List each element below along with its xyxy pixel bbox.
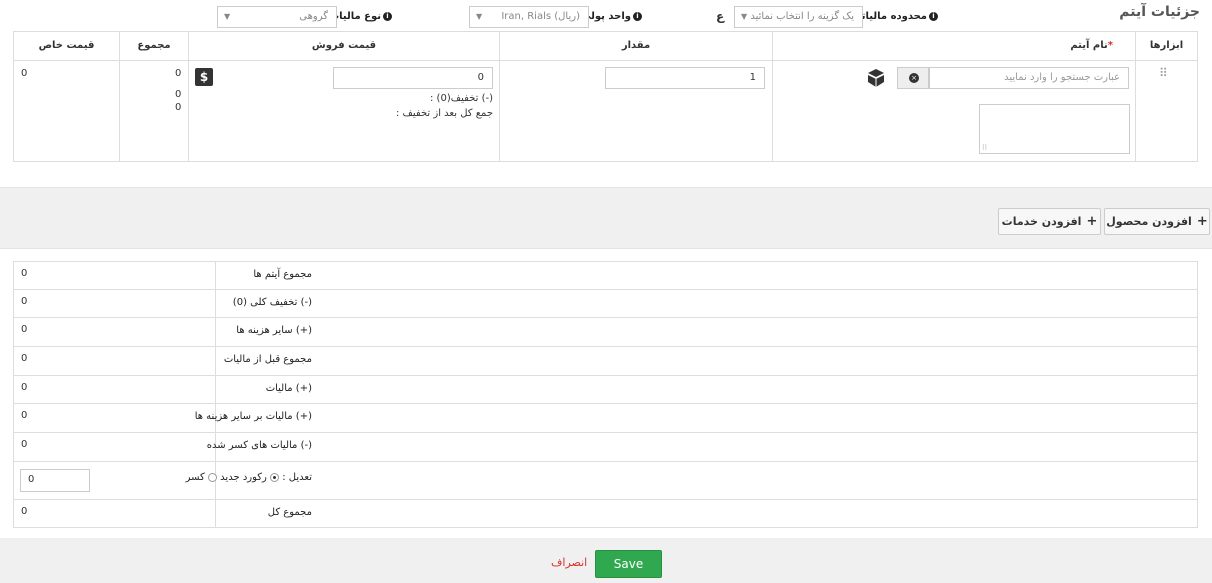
row-after-discount-value: 0 (175, 102, 182, 113)
tax-type-label: iنوع مالیات (329, 11, 392, 22)
info-icon: i (383, 11, 392, 21)
row-total-value: 0 (175, 68, 182, 79)
summary-value: 0 (21, 410, 28, 421)
col-net-price: قیمت خاص (38, 40, 95, 51)
resize-handle-icon: ⁝⁝ (982, 143, 988, 152)
chevron-down-icon: ▼ (741, 12, 748, 21)
summary-row: 0 مجموع آیتم ها (13, 261, 1198, 290)
grand-total-row: 0 مجموع کل (13, 500, 1198, 528)
grand-total-label: مجموع کل (267, 507, 312, 518)
plus-icon: + (1086, 214, 1098, 229)
summary-label: (+) مالیات (265, 383, 312, 394)
header-divider (14, 60, 1197, 61)
summary-value: 0 (21, 439, 28, 450)
col-divider (188, 60, 189, 161)
col-divider (1135, 60, 1136, 161)
add-product-button[interactable]: +افزودن محصول (1104, 208, 1210, 235)
discount-label: (-) تخفیف(0) : (430, 93, 493, 104)
col-divider (499, 60, 500, 161)
summary-row: 0 (-) تخفیف کلی (0) (13, 290, 1198, 318)
col-divider (772, 60, 773, 161)
clear-search-button[interactable]: × (897, 67, 929, 89)
summary-label: (-) مالیات های کسر شده (206, 440, 312, 451)
col-sell-price: قیمت فروش (188, 32, 499, 60)
summary-label: (+) مالیات بر سایر هزینه ها (194, 411, 312, 422)
adjustment-controls: تعدیل : رکورد جدید کسر (185, 472, 312, 483)
drag-handle-icon[interactable]: ⠿ (1159, 66, 1168, 80)
col-tools: ابزارها (1135, 32, 1197, 60)
cancel-link[interactable]: انصراف (551, 556, 587, 569)
summary-value: 0 (21, 324, 28, 335)
adjustment-label: تعدیل : (282, 472, 312, 483)
net-price-value: 0 (21, 68, 28, 79)
tax-type-select[interactable]: گروهی ▼ (217, 6, 337, 28)
summary-row: 0 (+) مالیات بر سایر هزینه ها (13, 404, 1198, 433)
col-quantity: مقدار (499, 32, 772, 60)
currency-select[interactable]: Iran, Rials (ریال) ▼ (469, 6, 589, 28)
save-button[interactable]: Save (595, 550, 662, 578)
add-service-button[interactable]: +افزودن خدمات (998, 208, 1101, 235)
adjustment-row: 0 تعدیل : رکورد جدید کسر (13, 462, 1198, 500)
items-table: ابزارها *نام آیتم مقدار قیمت فروش مجموع … (13, 31, 1198, 162)
summary-label: مجموع قبل از مالیات (223, 354, 312, 365)
summary-label: مجموع آیتم ها (253, 269, 312, 280)
info-icon: i (929, 11, 938, 21)
grand-total-value: 0 (21, 506, 28, 517)
tax-region-label: iمحدوده مالیاتی (852, 11, 938, 22)
currency-symbol-icon: ع (716, 9, 725, 23)
summary-row: 0 (+) سایر هزینه ها (13, 318, 1198, 347)
col-item-name: *نام آیتم (772, 32, 1135, 60)
col-total: مجموع (119, 32, 188, 60)
adjustment-input[interactable]: 0 (20, 469, 90, 492)
summary-value: 0 (21, 268, 28, 279)
currency-label: iواحد پولی (581, 11, 642, 22)
tax-region-select[interactable]: یک گزینه را انتخاب نمائید ▼ (734, 6, 863, 28)
summary-label: (+) سایر هزینه ها (236, 325, 312, 336)
price-input[interactable]: 0 (333, 67, 493, 89)
pricebook-dollar-icon[interactable]: $ (195, 68, 213, 86)
summary-row: 0 (+) مالیات (13, 376, 1198, 404)
summary-value: 0 (21, 353, 28, 364)
item-description-textarea[interactable]: ⁝⁝ (979, 104, 1130, 154)
summary-label: (-) تخفیف کلی (0) (232, 297, 312, 308)
row-discount-value: 0 (175, 89, 182, 100)
chevron-down-icon: ▼ (476, 12, 483, 21)
close-icon: × (909, 73, 919, 83)
adjustment-radio-add[interactable] (270, 472, 280, 482)
after-discount-label: جمع کل بعد از تخفیف : (395, 108, 493, 119)
adjustment-radio-deduct[interactable] (207, 472, 217, 482)
product-box-icon[interactable] (867, 68, 885, 88)
item-search-input[interactable]: عبارت جستجو را وارد نمایید (929, 67, 1129, 89)
quantity-input[interactable]: 1 (605, 67, 765, 89)
info-icon: i (633, 11, 642, 21)
section-title: جزئیات آیتم (1119, 4, 1200, 20)
summary-value: 0 (21, 296, 28, 307)
summary-value: 0 (21, 382, 28, 393)
plus-icon: + (1196, 214, 1208, 229)
summary-row: 0 مجموع قبل از مالیات (13, 347, 1198, 376)
summary-row: 0 (-) مالیات های کسر شده (13, 433, 1198, 462)
chevron-down-icon: ▼ (224, 12, 231, 21)
col-divider (119, 60, 120, 161)
item-details-panel: جزئیات آیتم iمحدوده مالیاتی یک گزینه را … (0, 0, 1212, 188)
